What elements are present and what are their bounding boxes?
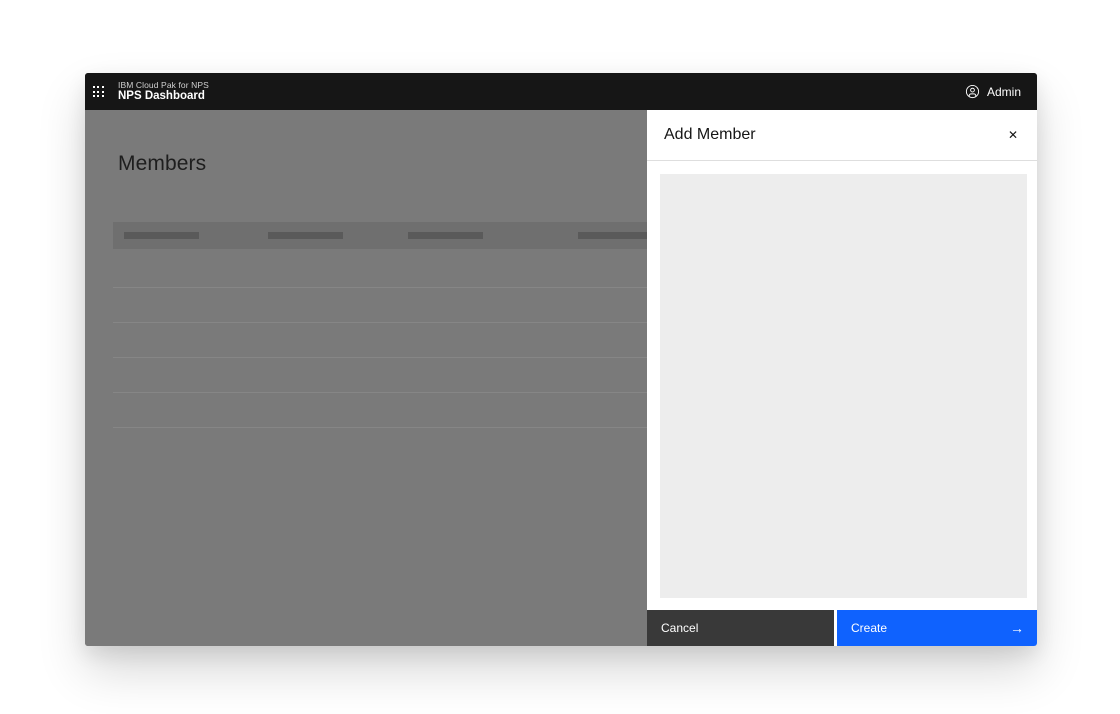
header-titles: IBM Cloud Pak for NPS NPS Dashboard (118, 80, 209, 103)
panel-title: Add Member (664, 126, 756, 144)
page-title: Members (118, 152, 206, 176)
user-avatar-icon (965, 84, 980, 99)
header-app-name: NPS Dashboard (118, 90, 209, 103)
add-member-panel: Add Member ✕ Cancel Create → (647, 110, 1037, 646)
skeleton-header-bar (408, 232, 483, 239)
panel-body (647, 161, 1037, 610)
app-switcher-button[interactable] (85, 73, 111, 110)
header-product-name: IBM Cloud Pak for NPS (118, 80, 209, 90)
close-icon: ✕ (1008, 129, 1018, 141)
app-window: IBM Cloud Pak for NPS NPS Dashboard Admi… (85, 73, 1037, 646)
user-name-label: Admin (987, 85, 1021, 99)
create-button-label: Create (851, 621, 887, 635)
panel-footer: Cancel Create → (647, 610, 1037, 646)
cancel-button[interactable]: Cancel (647, 610, 834, 646)
skeleton-header-bar (578, 232, 653, 239)
create-button[interactable]: Create → (837, 610, 1037, 646)
close-button[interactable]: ✕ (1001, 123, 1025, 147)
grid-switcher-icon (93, 86, 104, 97)
skeleton-header-bar (124, 232, 199, 239)
app-header: IBM Cloud Pak for NPS NPS Dashboard Admi… (85, 73, 1037, 110)
skeleton-header-bar (268, 232, 343, 239)
form-placeholder (660, 174, 1027, 598)
arrow-right-icon: → (1010, 621, 1024, 635)
user-menu-button[interactable]: Admin (955, 73, 1037, 110)
panel-header: Add Member ✕ (647, 110, 1037, 161)
